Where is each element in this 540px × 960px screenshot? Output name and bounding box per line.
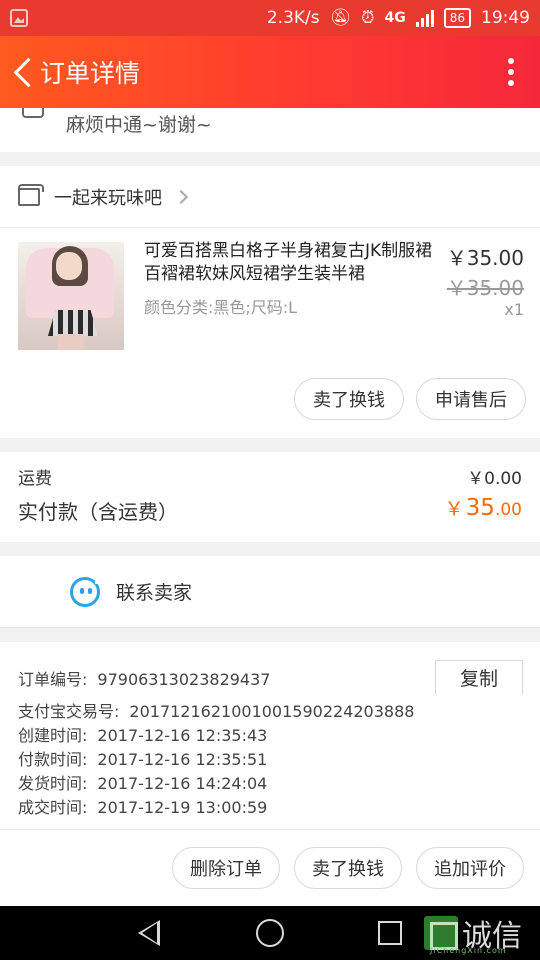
paid-time-row: 付款时间: 2017-12-16 12:35:51 (18, 746, 267, 770)
created-time-label: 创建时间: (18, 726, 88, 745)
created-time-value: 2017-12-16 12:35:43 (97, 726, 268, 745)
total-paid-integer: 35 (465, 495, 495, 521)
payment-summary: 运费 ￥0.00 实付款（含运费） ￥ 35 .00 (0, 452, 540, 542)
status-bar: 2.3K/s 🔕︎ ⏰︎ 4G 86 19:49 (0, 0, 540, 36)
gallery-icon (10, 9, 28, 27)
completed-time-label: 成交时间: (18, 798, 88, 817)
buyer-message-text: 麻烦中通~谢谢~ (66, 114, 212, 136)
buyer-message: 麻烦中通~谢谢~ (0, 108, 540, 152)
paid-time-label: 付款时间: (18, 750, 88, 769)
signal-icon (415, 9, 434, 27)
network-speed: 2.3K/s (266, 8, 320, 28)
nav-home-icon[interactable] (256, 919, 284, 947)
copy-button[interactable]: 复制 (435, 660, 523, 694)
sell-for-cash-button[interactable]: 卖了换钱 (294, 378, 404, 420)
chat-bubble-icon (70, 575, 103, 607)
shop-name: 一起来玩味吧 (54, 187, 162, 209)
order-number-label: 订单编号: (18, 670, 88, 689)
page-title: 订单详情 (40, 59, 141, 88)
product-title[interactable]: 可爱百搭黑白格子半身裙复古JK制服裙百褶裙软妹风短裙学生装半裙 (144, 240, 440, 286)
shipped-time-label: 发货时间: (18, 774, 88, 793)
back-arrow-icon[interactable] (4, 36, 40, 108)
alipay-value: 2017121621001001590224203888 (129, 702, 415, 721)
total-paid-decimal: .00 (494, 500, 522, 520)
sell-for-cash-bottom-button[interactable]: 卖了换钱 (294, 847, 402, 889)
product-price: ￥35.00 (446, 246, 524, 270)
order-item-card: 一起来玩味吧 可爱百搭黑白格子半身裙复古JK制服裙百褶裙软妹风短裙学生装半裙 颜… (0, 166, 540, 438)
message-icon (22, 108, 44, 118)
product-spec: 颜色分类:黑色;尺码:L (144, 298, 298, 317)
add-review-button[interactable]: 追加评价 (416, 847, 524, 889)
watermark-subtext: JiChengXin.com (430, 946, 507, 955)
battery-icon: 86 (443, 8, 471, 28)
contact-seller-button[interactable]: 联系卖家 (0, 556, 540, 628)
product-quantity: x1 (504, 300, 524, 319)
completed-time-value: 2017-12-19 13:00:59 (97, 798, 268, 817)
product-original-price: ￥35.00 (446, 276, 524, 300)
alipay-label: 支付宝交易号: (18, 702, 120, 721)
order-info: 订单编号: 97906313023829437 复制 支付宝交易号: 2017121… (0, 642, 540, 830)
nav-back-icon[interactable] (138, 920, 160, 946)
order-number-row: 订单编号: 97906313023829437 (18, 666, 270, 690)
total-paid-label: 实付款（含运费） (18, 500, 178, 524)
shipped-time-row: 发货时间: 2017-12-16 14:24:04 (18, 770, 267, 794)
network-type: 4G (384, 10, 406, 26)
mute-icon: 🔕︎ (329, 8, 352, 28)
clock: 19:49 (481, 8, 530, 28)
shop-row[interactable]: 一起来玩味吧 (0, 166, 540, 228)
shipped-time-value: 2017-12-16 14:24:04 (97, 774, 268, 793)
product-image[interactable] (18, 242, 124, 350)
contact-seller-label: 联系卖家 (116, 582, 193, 604)
watermark-logo-icon (424, 916, 458, 950)
created-time-row: 创建时间: 2017-12-16 12:35:43 (18, 722, 267, 746)
total-paid-value: ￥ 35 .00 (445, 494, 522, 521)
bottom-action-bar: 删除订单 卖了换钱 追加评价 (0, 830, 540, 906)
shipping-fee-value: ￥0.00 (467, 469, 522, 489)
delete-order-button[interactable]: 删除订单 (172, 847, 280, 889)
shop-icon (18, 183, 44, 206)
paid-time-value: 2017-12-16 12:35:51 (97, 750, 268, 769)
currency-symbol: ￥ (444, 498, 464, 520)
alarm-icon: ⏰︎ (361, 8, 375, 28)
after-sale-button[interactable]: 申请售后 (416, 378, 526, 420)
completed-time-row: 成交时间: 2017-12-19 13:00:59 (18, 794, 267, 818)
order-number-value: 97906313023829437 (97, 670, 271, 689)
chevron-right-icon (173, 189, 189, 204)
more-options-icon[interactable] (508, 58, 514, 86)
shipping-fee-label: 运费 (18, 469, 52, 489)
alipay-row: 支付宝交易号: 2017121621001001590224203888 (18, 698, 414, 722)
title-bar: 订单详情 (0, 36, 540, 108)
nav-recents-icon[interactable] (378, 921, 402, 945)
